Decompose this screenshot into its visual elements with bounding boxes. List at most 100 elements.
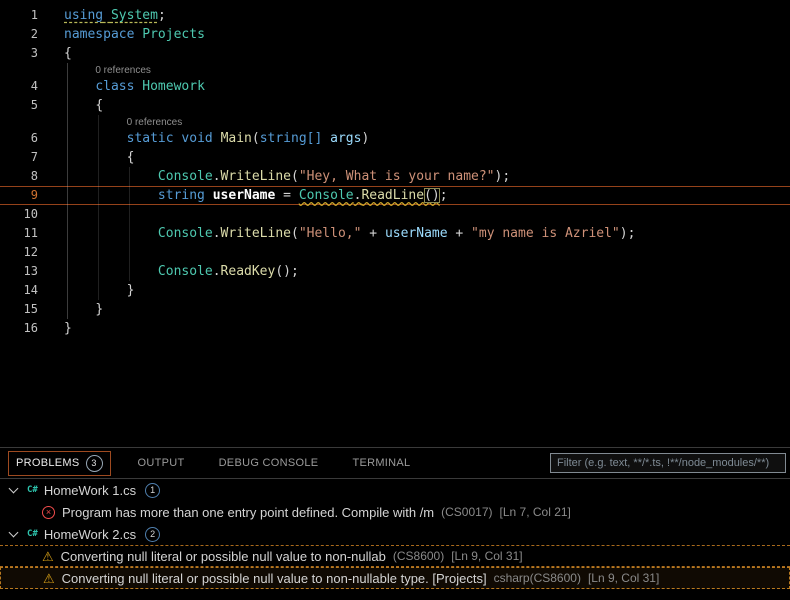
line-content: namespace Projects [38, 25, 205, 44]
line-content: string userName = Console.ReadLine(); [38, 187, 448, 204]
code-token: ( [291, 226, 299, 241]
code-token: ( [251, 131, 260, 146]
line-number[interactable]: 12 [0, 243, 38, 262]
line-number[interactable]: 16 [0, 319, 38, 338]
line-number[interactable]: 4 [0, 77, 38, 96]
code-token: namespace [64, 27, 135, 42]
tab-problems[interactable]: PROBLEMS 3 [8, 450, 111, 476]
code-token: Main [220, 131, 252, 146]
line-number[interactable]: 2 [0, 25, 38, 44]
code-line[interactable]: 12 [0, 243, 790, 262]
codelens-references-link[interactable]: 0 references [95, 65, 151, 76]
code-line[interactable]: 7 { [0, 148, 790, 167]
codelens-row[interactable]: 0 references [0, 115, 790, 129]
code-token: . [212, 226, 221, 241]
code-token: userName [384, 226, 448, 241]
line-number[interactable]: 13 [0, 262, 38, 281]
problem-item-row[interactable]: ⚠ Converting null literal or possible nul… [0, 545, 790, 567]
problems-filter-input[interactable] [550, 453, 786, 473]
code-token: ReadKey [220, 264, 276, 279]
line-number[interactable]: 1 [0, 6, 38, 25]
line-number[interactable]: 14 [0, 281, 38, 300]
line-number[interactable]: 11 [0, 224, 38, 243]
problem-code: (CS0017) [441, 505, 493, 519]
error-icon: × [42, 505, 55, 519]
line-number[interactable]: 10 [0, 205, 38, 224]
tab-terminal[interactable]: TERMINAL [345, 454, 417, 472]
code-line[interactable]: 13 Console.ReadKey(); [0, 262, 790, 281]
csharp-file-icon: C# [27, 485, 38, 495]
code-token: Projects [142, 27, 205, 42]
code-token: using [64, 8, 104, 23]
code-token: userName [212, 188, 276, 203]
code-line[interactable]: 11 Console.WriteLine("Hello," + userName… [0, 224, 790, 243]
code-token: "Hello," [298, 226, 362, 241]
code-token: + [447, 226, 472, 241]
code-token: } [95, 302, 104, 317]
problem-message: Converting null literal or possible null… [61, 570, 487, 586]
line-number[interactable] [0, 115, 38, 129]
code-token: = [275, 188, 299, 203]
line-content: } [38, 319, 72, 338]
codelens-row[interactable]: 0 references [0, 63, 790, 77]
indent-guide [98, 115, 99, 300]
warning-icon: ⚠ [42, 548, 54, 564]
problem-file-row[interactable]: C# HomeWork 1.cs 1 [0, 479, 790, 501]
code-line[interactable]: 6 static void Main(string[] args) [0, 129, 790, 148]
line-content [38, 205, 64, 224]
code-line[interactable]: 4 class Homework [0, 77, 790, 96]
panel-header: PROBLEMS 3 OUTPUT DEBUG CONSOLE TERMINAL [0, 448, 790, 479]
problem-item-row[interactable]: ⚠ Converting null literal or possible nul… [0, 567, 790, 589]
code-token: ); [619, 226, 636, 241]
code-line[interactable]: 16} [0, 319, 790, 338]
code-line[interactable]: 14 } [0, 281, 790, 300]
codelens-references-link[interactable]: 0 references [127, 117, 183, 128]
tab-debug-console[interactable]: DEBUG CONSOLE [212, 454, 326, 472]
line-number[interactable]: 5 [0, 96, 38, 115]
line-content: } [38, 281, 135, 300]
code-line[interactable]: 2 namespace Projects [0, 25, 790, 44]
panel-tabs: PROBLEMS 3 OUTPUT DEBUG CONSOLE TERMINAL [8, 450, 417, 476]
tab-output[interactable]: OUTPUT [131, 454, 192, 472]
problem-code: csharp(CS8600) [493, 571, 581, 585]
code-token: { [126, 150, 135, 165]
code-line[interactable]: 10 [0, 205, 790, 224]
line-number[interactable]: 15 [0, 300, 38, 319]
chevron-down-icon[interactable] [8, 483, 19, 494]
problems-count-badge: 3 [85, 454, 103, 472]
problem-item-row[interactable]: × Program has more than one entry point d… [0, 501, 790, 523]
line-number[interactable]: 6 [0, 129, 38, 148]
chevron-down-icon[interactable] [8, 527, 19, 538]
line-number[interactable]: 8 [0, 167, 38, 186]
code-token: static [126, 131, 174, 146]
code-lines: 1 using System; 2 namespace Projects 3{ 0 re… [0, 6, 790, 338]
code-token: args [330, 131, 362, 146]
code-line[interactable]: 3{ [0, 44, 790, 63]
line-content: 0 references [38, 115, 183, 129]
problem-message: Converting null literal or possible null… [60, 548, 386, 564]
file-problem-count-badge: 1 [145, 482, 161, 498]
problems-filter [550, 453, 786, 473]
code-token: } [64, 321, 72, 336]
line-number[interactable]: 3 [0, 44, 38, 63]
code-line[interactable]: 1 using System; [0, 6, 790, 25]
code-line[interactable]: 8 Console.WriteLine("Hey, What is your n… [0, 167, 790, 186]
line-number[interactable]: 9 [0, 187, 38, 204]
code-line[interactable]: 5 { [0, 96, 790, 115]
code-token: ; [157, 8, 166, 23]
code-token: string [157, 188, 205, 203]
line-content: } [38, 300, 103, 319]
code-line[interactable]: 9 string userName = Console.ReadLine(); [0, 186, 790, 205]
code-line[interactable]: 15 } [0, 300, 790, 319]
line-content: static void Main(string[] args) [38, 129, 370, 148]
problem-file-row[interactable]: C# HomeWork 2.cs 2 [0, 523, 790, 545]
line-number[interactable]: 7 [0, 148, 38, 167]
line-number[interactable] [0, 63, 38, 77]
